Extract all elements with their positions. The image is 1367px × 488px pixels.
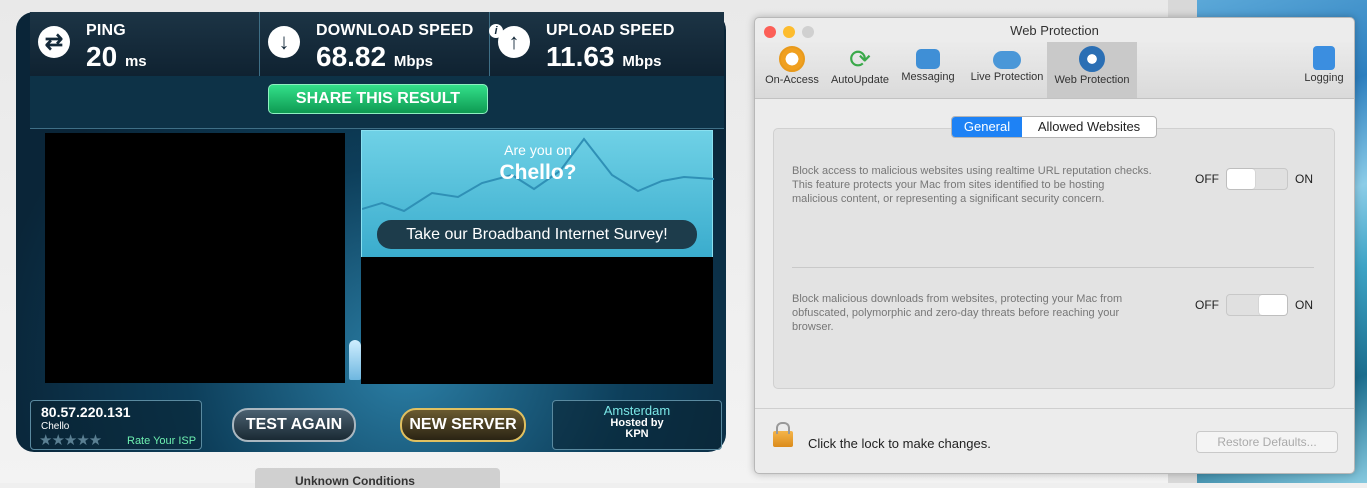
tool-logging[interactable]: Logging <box>1299 42 1349 98</box>
new-server-button[interactable]: NEW SERVER <box>400 408 526 442</box>
tool-web-protection[interactable]: Web Protection <box>1047 42 1137 98</box>
download-value: 68.82 Mbps <box>316 41 434 72</box>
toggle-off-label: OFF <box>1195 172 1219 186</box>
logging-icon <box>1313 46 1335 70</box>
ping-icon: ⇄ <box>38 26 70 58</box>
ad-right[interactable] <box>361 257 713 384</box>
ping-label: PING <box>86 22 126 39</box>
ad-left[interactable] <box>45 133 345 383</box>
tab-general[interactable]: General <box>952 117 1022 137</box>
test-again-button[interactable]: TEST AGAIN <box>232 408 356 442</box>
ip-address: 80.57.220.131 <box>41 404 131 420</box>
tool-live-protection[interactable]: Live Protection <box>962 42 1052 98</box>
toggle-knob <box>1259 295 1287 315</box>
upload-value: 11.63 Mbps <box>546 41 662 72</box>
lock-icon[interactable] <box>773 422 793 447</box>
server-city: Amsterdam <box>603 403 671 418</box>
divider <box>792 267 1314 268</box>
on-access-icon <box>779 46 805 72</box>
lock-text: Click the lock to make changes. <box>808 436 991 451</box>
tool-label: Web Protection <box>1054 74 1130 86</box>
tool-label: AutoUpdate <box>830 74 890 86</box>
tool-label: On-Access <box>765 74 819 86</box>
web-protection-window: Web Protection On-Access ⟳ AutoUpdate Me… <box>754 17 1355 474</box>
tool-messaging[interactable]: Messaging <box>896 42 960 98</box>
settings-panel: Block access to malicious websites using… <box>773 128 1335 389</box>
window-title: Web Protection <box>1010 23 1099 38</box>
live-protection-icon <box>993 51 1021 69</box>
close-icon[interactable] <box>764 26 776 38</box>
window-footer: Click the lock to make changes. Restore … <box>755 408 1354 473</box>
speedtest-widget: ⇄ PING 20 ms ↓ DOWNLOAD SPEED 68.82 Mbps… <box>16 12 726 452</box>
setting-description: Block access to malicious websites using… <box>792 165 1152 205</box>
preferences-toolbar: On-Access ⟳ AutoUpdate Messaging Live Pr… <box>755 42 1354 99</box>
survey-question: Are you on <box>504 142 572 158</box>
download-arrow-icon: ↓ <box>268 26 300 58</box>
autoupdate-icon: ⟳ <box>849 44 871 74</box>
host-name: KPN <box>625 428 649 440</box>
ping-value: 20 ms <box>86 41 147 72</box>
ping-stat: ⇄ PING 20 ms <box>30 12 260 76</box>
tab-allowed-websites[interactable]: Allowed Websites <box>1022 117 1156 137</box>
upload-label: UPLOAD SPEED <box>546 22 675 39</box>
isp-info-box: 80.57.220.131 Chello ★★★★★ Rate Your ISP <box>30 400 202 450</box>
share-result-button[interactable]: SHARE THIS RESULT <box>268 84 488 114</box>
server-info-box: Amsterdam Hosted by KPN <box>552 400 722 450</box>
rating-stars[interactable]: ★★★★★ <box>39 431 102 449</box>
tool-on-access[interactable]: On-Access <box>759 42 825 98</box>
web-protection-icon <box>1079 46 1105 72</box>
tool-label: Live Protection <box>970 71 1044 83</box>
setting-description: Block malicious downloads from websites,… <box>792 293 1123 333</box>
survey-button[interactable]: Take our Broadband Internet Survey! <box>377 220 697 249</box>
survey-banner[interactable]: Are you on Chello? Take our Broadband In… <box>361 130 714 258</box>
upload-arrow-icon: ↑ <box>498 26 530 58</box>
content-area: Block access to malicious websites using… <box>755 99 1354 404</box>
tool-label: Messaging <box>901 71 955 83</box>
upload-stat: ↑ UPLOAD SPEED 11.63 Mbps <box>490 12 724 76</box>
toggle-on-label: ON <box>1295 172 1313 186</box>
url-reputation-toggle[interactable] <box>1226 168 1288 190</box>
bottom-tab[interactable]: Unknown Conditions <box>255 468 500 488</box>
malicious-downloads-toggle[interactable] <box>1226 294 1288 316</box>
toggle-off-label: OFF <box>1195 298 1219 312</box>
restore-defaults-button[interactable]: Restore Defaults... <box>1196 431 1338 453</box>
tool-autoupdate[interactable]: ⟳ AutoUpdate <box>826 42 894 98</box>
stats-bar: ⇄ PING 20 ms ↓ DOWNLOAD SPEED 68.82 Mbps… <box>30 12 724 77</box>
download-label: DOWNLOAD SPEED <box>316 22 474 39</box>
person-figure <box>349 340 361 380</box>
tab-segment-control: General Allowed Websites <box>951 116 1157 138</box>
toggle-on-label: ON <box>1295 298 1313 312</box>
tool-label: Logging <box>1304 72 1344 84</box>
download-stat: ↓ DOWNLOAD SPEED 68.82 Mbps <box>260 12 490 76</box>
survey-isp: Chello? <box>499 161 577 184</box>
rate-isp-link[interactable]: Rate Your ISP <box>127 435 196 447</box>
messaging-icon <box>916 49 940 69</box>
minimize-icon[interactable] <box>783 26 795 38</box>
toggle-knob <box>1227 169 1255 189</box>
zoom-icon[interactable] <box>802 26 814 38</box>
